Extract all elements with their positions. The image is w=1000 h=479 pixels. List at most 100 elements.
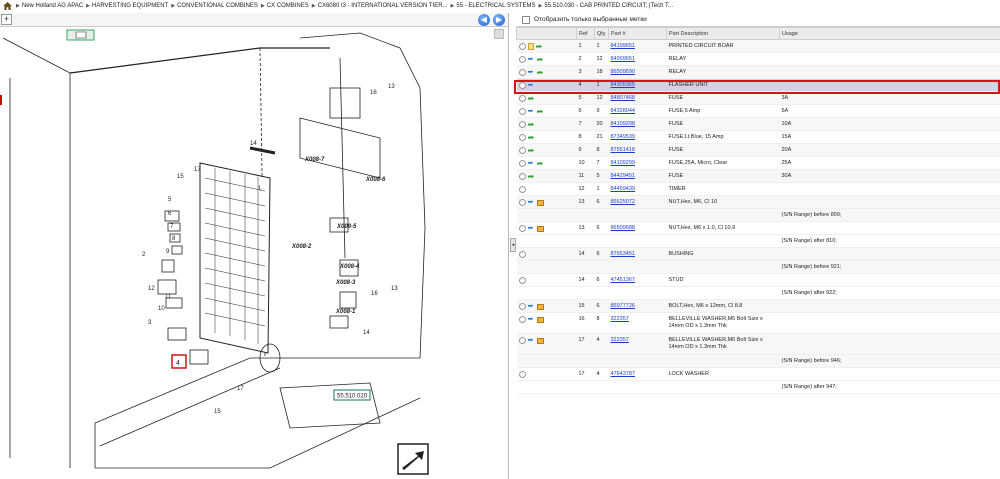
expand-circle-icon[interactable]: · [518,82,526,89]
add-to-cart-icon[interactable]: ➦ [537,108,545,116]
home-icon[interactable] [3,2,12,10]
part-cell[interactable]: 84328044 [608,104,667,118]
table-row[interactable]: · ➥ 13 6 86625072 NUT,Hex, M6, Cl 10 [516,195,1000,209]
show-selected-checkbox[interactable] [522,15,530,24]
expand-circle-icon[interactable]: · [518,69,526,76]
supersession-icon[interactable]: ➥ [528,225,535,232]
table-row[interactable]: · ➦ 9 8 87551418 FUSE 20A [516,143,1000,157]
expand-circle-icon[interactable]: · [518,199,526,206]
breadcrumb-item[interactable]: CX COMBINES [267,3,309,9]
part-number-link[interactable]: 87349539 [611,134,635,140]
document-icon[interactable] [527,43,534,50]
table-row[interactable]: · ➦ 11 5 84429451 FUSE 30A [516,169,1000,183]
supersession-icon[interactable]: ➥ [528,82,535,89]
table-row[interactable]: · 14 6 87653451 BUSHING [516,247,1000,261]
supersession-icon[interactable]: ➥ [528,303,535,310]
supersession-icon[interactable]: ➥ [528,69,535,76]
part-number-link[interactable]: 86977726 [611,303,635,309]
description-header[interactable]: Part Description [666,27,780,40]
zoom-in-button[interactable]: + [1,14,12,25]
table-row[interactable]: · ➥ 16 8 322357 BELLEVILLE WASHER,M6 Bolt Siz… [516,312,1000,334]
part-cell[interactable]: 86509688 [608,221,667,235]
part-number-link[interactable]: 322357 [611,337,629,343]
add-to-cart-icon[interactable]: ➦ [537,56,545,64]
part-cell[interactable]: 87653451 [608,247,667,261]
expand-circle-icon[interactable]: · [518,108,526,115]
part-number-link[interactable]: 87653451 [611,251,635,257]
part-number-link[interactable]: 84109299 [611,160,635,166]
expand-circle-icon[interactable]: · [518,303,526,310]
part-cell[interactable]: 86509590 [608,65,667,79]
supersession-icon[interactable]: ➥ [528,108,535,115]
part-cell[interactable]: 84305365 [608,78,667,92]
add-to-cart-icon[interactable]: ➦ [528,95,536,103]
breadcrumb-item[interactable]: New Holland AG APAC [22,3,83,9]
expand-circle-icon[interactable]: · [518,173,526,180]
breadcrumb-item[interactable]: CX6080 I3 - INTERNATIONAL VERSION TIER..… [318,3,448,9]
breadcrumb-item[interactable]: CONVENTIONAL COMBINES [177,3,258,9]
kit-box-icon[interactable] [536,303,544,310]
part-cell[interactable]: 84009651 [608,52,667,66]
add-to-cart-icon[interactable]: ➦ [528,134,536,142]
part-header[interactable]: Part # [608,27,667,40]
table-row[interactable]: · 14 6 47451367 STUD [516,273,1000,287]
add-to-cart-icon[interactable]: ➦ [537,69,545,77]
kit-box-icon[interactable] [536,199,544,206]
expand-circle-icon[interactable]: · [518,95,526,102]
part-cell[interactable]: 84109298 [608,117,667,131]
part-cell[interactable]: 84109299 [608,156,667,170]
part-cell[interactable]: 84199651 [608,39,667,53]
part-cell[interactable]: 84429451 [608,169,667,183]
kit-box-icon[interactable] [536,316,544,323]
supersession-icon[interactable]: ➥ [528,316,535,323]
table-row[interactable]: · 17 4 47643787 LOCK WASHER [516,367,1000,381]
add-to-cart-icon[interactable]: ➦ [528,121,536,129]
exploded-parts-diagram[interactable]: 1 2 3 5 6 7 8 9 10 11 12 13 14 14 15 15 … [0,28,508,479]
part-number-link[interactable]: 84009651 [611,56,635,62]
part-cell[interactable]: 84807468 [608,91,667,105]
previous-diagram-button[interactable]: ◀ [478,14,490,26]
part-cell[interactable]: 322357 [608,312,667,334]
expand-circle-icon[interactable]: · [518,186,526,193]
usage-header[interactable]: Usage [779,27,1000,40]
table-row[interactable]: · ➥ ➦ 3 18 86509590 RELAY [516,65,1000,79]
part-cell[interactable]: 322357 [608,333,667,355]
part-number-link[interactable]: 84429451 [611,173,635,179]
table-row[interactable]: · 12 1 84459439 TIMER [516,182,1000,196]
kit-box-icon[interactable] [536,225,544,232]
kit-box-icon[interactable] [536,337,544,344]
part-number-link[interactable]: 47643787 [611,371,635,377]
table-row[interactable]: · ➦ 8 21 87349539 FUSE,Lt Blue, 15 Amp 15A [516,130,1000,144]
callout-4-label[interactable]: 4 [176,360,180,367]
table-row[interactable]: · ➦ 1 1 84199651 PRINTED CIRCUIT BOAR [516,39,1000,53]
add-to-cart-icon[interactable]: ➦ [528,173,536,181]
expand-circle-icon[interactable]: · [518,160,526,167]
supersession-icon[interactable]: ➥ [528,337,535,344]
part-cell[interactable]: 87349539 [608,130,667,144]
expand-circle-icon[interactable]: · [518,277,526,284]
next-diagram-button[interactable]: ▶ [493,14,505,26]
expand-circle-icon[interactable]: · [518,225,526,232]
part-number-link[interactable]: 86625072 [611,199,635,205]
part-number-link[interactable]: 84807468 [611,95,635,101]
part-cell[interactable]: 47643787 [608,367,667,381]
expand-circle-icon[interactable]: · [518,337,526,344]
part-number-link[interactable]: 322357 [611,316,629,322]
breadcrumb-item[interactable]: 55.510.030 - CAB PRINTED CIRCUIT; (Tech … [544,3,673,9]
expand-circle-icon[interactable]: · [518,251,526,258]
part-number-link[interactable]: 84109298 [611,121,635,127]
table-row[interactable]: · ➥ 17 4 322357 BELLEVILLE WASHER,M6 Bolt Siz… [516,333,1000,355]
supersession-icon[interactable]: ➥ [528,56,535,63]
table-row[interactable]: · ➥ ➦ 6 9 84328044 FUSE,5 Amp 5A [516,104,1000,118]
add-to-cart-icon[interactable]: ➦ [536,43,544,51]
expand-circle-icon[interactable]: · [518,371,526,378]
expand-circle-icon[interactable]: · [518,147,526,154]
table-row[interactable]: · ➦ 5 12 84807468 FUSE 3A [516,91,1000,105]
qty-header[interactable]: Qty [594,27,609,40]
supersession-icon[interactable]: ➥ [528,199,535,206]
expand-circle-icon[interactable]: · [518,134,526,141]
part-cell[interactable]: 84459439 [608,182,667,196]
table-row[interactable]: · ➦ 7 20 84109298 FUSE 10A [516,117,1000,131]
part-number-link[interactable]: 87551418 [611,147,635,153]
table-row[interactable]: · ➥ ➦ 2 12 84009651 RELAY [516,52,1000,66]
